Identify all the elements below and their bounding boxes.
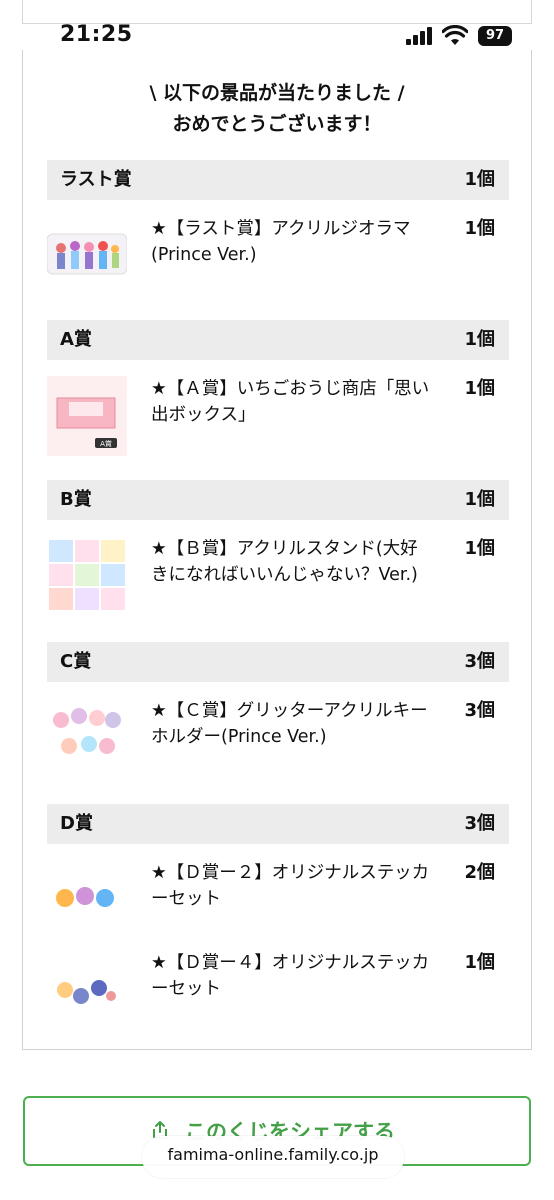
prize-name: ★【Ｂ賞】アクリルスタンド(大好きになればいいんじゃない？Ver.) bbox=[151, 539, 418, 585]
group-header-last: ラスト賞 1個 bbox=[47, 160, 509, 200]
glitter-keychain-image bbox=[47, 698, 127, 778]
prize-thumbnail bbox=[47, 860, 127, 940]
sticker-set-image bbox=[47, 860, 127, 940]
prize-qty: 1個 bbox=[464, 538, 495, 559]
wifi-icon bbox=[442, 25, 468, 45]
group-qty: 3個 bbox=[464, 651, 495, 672]
group-name: C賞 bbox=[60, 651, 92, 672]
top-frame bbox=[22, 0, 532, 24]
a-prize-badge: A賞 bbox=[100, 439, 112, 448]
group-name: ラスト賞 bbox=[60, 169, 132, 190]
group-header-a: A賞 1個 bbox=[47, 320, 509, 360]
browser-address-bar[interactable]: famima-online.family.co.jp bbox=[142, 1136, 404, 1178]
prize-name: ★【Ｄ賞ー４】オリジナルステッカーセット bbox=[151, 953, 430, 999]
group-header-d: D賞 3個 bbox=[47, 804, 509, 844]
prize-qty: 1個 bbox=[464, 952, 495, 973]
acrylic-diorama-image bbox=[47, 233, 127, 275]
heading-line-1: \ 以下の景品が当たりました / bbox=[149, 82, 405, 104]
prize-thumbnail bbox=[47, 698, 127, 778]
group-name: D賞 bbox=[60, 813, 93, 834]
acrylic-stand-image bbox=[47, 536, 127, 616]
prize-item[interactable]: ★【Ｃ賞】グリッターアクリルキーホルダー(Prince Ver.) 3個 bbox=[47, 698, 509, 788]
sticker-set-image bbox=[47, 950, 127, 1030]
prize-qty: 1個 bbox=[464, 218, 495, 239]
status-time: 21:25 bbox=[60, 22, 133, 47]
result-heading: \ 以下の景品が当たりました / おめでとうございます！ bbox=[23, 78, 531, 140]
group-qty: 1個 bbox=[464, 329, 495, 350]
address-url: famima-online.family.co.jp bbox=[167, 1145, 379, 1164]
prize-name: ★【Ａ賞】いちごおうじ商店「思い出ボックス」 bbox=[151, 379, 430, 425]
group-header-b: B賞 1個 bbox=[47, 480, 509, 520]
prize-thumbnail bbox=[47, 950, 127, 1030]
prize-result-card: \ 以下の景品が当たりました / おめでとうございます！ ラスト賞 1個 ★【ラ… bbox=[22, 50, 532, 1050]
prize-item[interactable]: ★【Ｂ賞】アクリルスタンド(大好きになればいいんじゃない？Ver.) 1個 bbox=[47, 536, 509, 626]
battery-indicator: 97 bbox=[478, 26, 512, 46]
group-qty: 1個 bbox=[464, 169, 495, 190]
signal-icon bbox=[406, 27, 432, 45]
prize-name: ★【Ｄ賞ー２】オリジナルステッカーセット bbox=[151, 863, 430, 909]
group-header-c: C賞 3個 bbox=[47, 642, 509, 682]
prize-item[interactable]: ★【Ｄ賞ー２】オリジナルステッカーセット 2個 bbox=[47, 860, 509, 950]
group-name: B賞 bbox=[60, 489, 92, 510]
group-name: A賞 bbox=[60, 329, 92, 350]
memory-box-image: A賞 bbox=[47, 376, 127, 456]
prize-qty: 1個 bbox=[464, 378, 495, 399]
prize-qty: 2個 bbox=[464, 862, 495, 883]
heading-line-2: おめでとうございます！ bbox=[172, 113, 382, 135]
prize-thumbnail: A賞 bbox=[47, 376, 127, 456]
prize-item[interactable]: A賞 ★【Ａ賞】いちごおうじ商店「思い出ボックス」 1個 bbox=[47, 376, 509, 466]
prize-item[interactable]: ★【ラスト賞】アクリルジオラマ(Prince Ver.) 1個 bbox=[47, 216, 509, 306]
prize-item[interactable]: ★【Ｄ賞ー４】オリジナルステッカーセット 1個 bbox=[47, 950, 509, 1040]
group-qty: 3個 bbox=[464, 813, 495, 834]
prize-name: ★【Ｃ賞】グリッターアクリルキーホルダー(Prince Ver.) bbox=[151, 701, 428, 747]
prize-thumbnail bbox=[47, 216, 127, 296]
prize-thumbnail bbox=[47, 536, 127, 616]
prize-name: ★【ラスト賞】アクリルジオラマ(Prince Ver.) bbox=[151, 219, 411, 265]
group-qty: 1個 bbox=[464, 489, 495, 510]
prize-qty: 3個 bbox=[464, 700, 495, 721]
status-bar: 21:25 97 bbox=[0, 0, 554, 56]
